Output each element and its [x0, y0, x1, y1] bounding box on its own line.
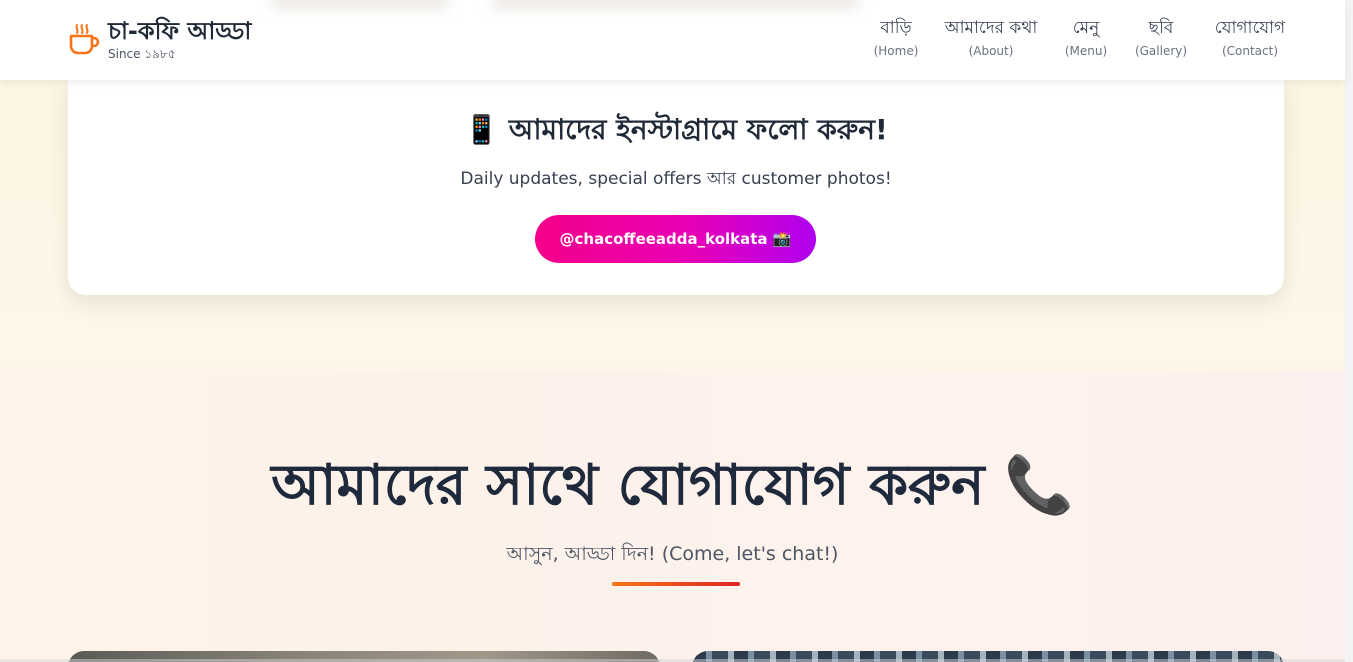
nav-item-label: আমাদের কথা — [944, 18, 1038, 38]
contact-title: আমাদের সাথে যোগাযোগ করুন 📞 — [271, 453, 1074, 518]
contact-subtitle: আসুন, আড্ডা দিন! (Come, let's chat!) — [506, 543, 839, 565]
nav-item-label: মেনু — [1072, 18, 1100, 38]
brand-since: Since ১৯৮৫ — [108, 47, 176, 61]
instagram-follow-button[interactable]: @chacoffeeadda_kolkata 📸 — [535, 215, 816, 263]
instagram-card: 📱 আমাদের ইনস্টাগ্রামে ফলো করুন! Daily up… — [68, 78, 1284, 295]
nav-item-label: বাড়ি — [880, 18, 912, 38]
nav-item-menu[interactable]: মেনু (Menu) — [1058, 16, 1114, 60]
header-shadow-artifact — [270, 0, 450, 10]
mobile-phone-icon: 📱 — [464, 113, 500, 146]
nav-item-sublabel: (Home) — [873, 44, 919, 58]
nav-item-gallery[interactable]: ছবি (Gallery) — [1131, 16, 1191, 60]
nav-item-sublabel: (Contact) — [1221, 44, 1279, 58]
instagram-title-text: আমাদের ইনস্টাগ্রামে ফলো করুন! — [508, 113, 888, 146]
site-header: চা-কফি আড্ডা Since ১৯৮৫ বাড়ি (Home) আমা… — [0, 0, 1345, 80]
instagram-subtitle: Daily updates, special offers আর custome… — [460, 169, 892, 189]
nav-item-home[interactable]: বাড়ি (Home) — [866, 16, 926, 60]
instagram-title: 📱 আমাদের ইনস্টাগ্রামে ফলো করুন! — [68, 108, 1284, 155]
nav-item-about[interactable]: আমাদের কথা (About) — [943, 16, 1039, 60]
nav-item-contact[interactable]: যোগাযোগ (Contact) — [1212, 16, 1288, 60]
coffee-cup-icon[interactable] — [68, 22, 100, 56]
section-divider — [612, 582, 740, 586]
brand-name[interactable]: চা-কফি আড্ডা — [108, 16, 251, 46]
vertical-scrollbar[interactable] — [1345, 0, 1353, 662]
header-shadow-artifact — [490, 0, 860, 10]
nav-item-sublabel: (Gallery) — [1134, 44, 1188, 58]
nav-item-label: ছবি — [1148, 18, 1174, 38]
nav-item-label: যোগাযোগ — [1214, 18, 1286, 38]
nav-item-sublabel: (Menu) — [1064, 44, 1108, 58]
nav-item-sublabel: (About) — [968, 44, 1014, 58]
